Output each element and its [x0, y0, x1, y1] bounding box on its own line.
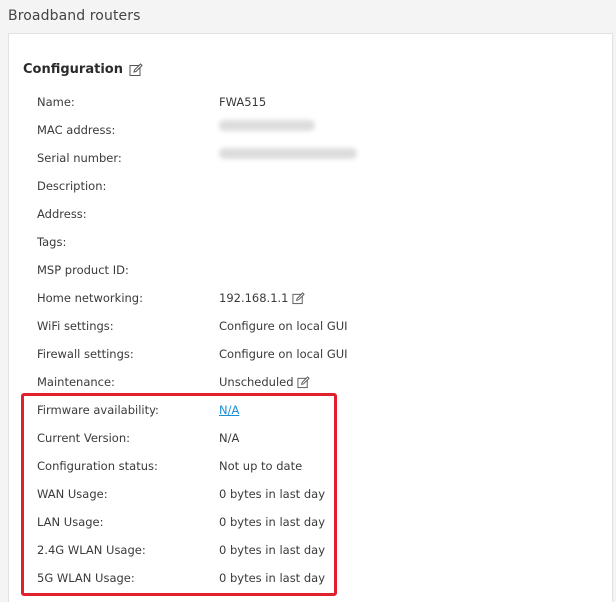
- home-networking-ip: 192.168.1.1: [219, 291, 289, 305]
- name-value: FWA515: [219, 95, 267, 109]
- 24g-wlan-usage-value: 0 bytes in last day: [219, 543, 325, 557]
- row-lan-usage: LAN Usage: 0 bytes in last day: [37, 512, 597, 532]
- msp-product-id-label: MSP product ID:: [37, 263, 129, 277]
- name-label: Name:: [37, 95, 75, 109]
- firewall-settings-label: Firewall settings:: [37, 347, 134, 361]
- wan-usage-value: 0 bytes in last day: [219, 487, 325, 501]
- row-tags: Tags:: [37, 232, 597, 252]
- edit-configuration-icon[interactable]: [129, 62, 143, 77]
- row-configuration-status: Configuration status: Not up to date: [37, 456, 597, 476]
- firmware-availability-label: Firmware availability:: [37, 403, 159, 417]
- maintenance-label: Maintenance:: [37, 375, 115, 389]
- wan-usage-label: WAN Usage:: [37, 487, 108, 501]
- address-label: Address:: [37, 207, 87, 221]
- description-label: Description:: [37, 179, 107, 193]
- row-5g-wlan-usage: 5G WLAN Usage: 0 bytes in last day: [37, 568, 597, 588]
- serial-number-label: Serial number:: [37, 151, 122, 165]
- row-current-version: Current Version: N/A: [37, 428, 597, 448]
- firewall-settings-value: Configure on local GUI: [219, 347, 348, 361]
- 24g-wlan-usage-label: 2.4G WLAN Usage:: [37, 543, 146, 557]
- tags-label: Tags:: [37, 235, 67, 249]
- current-version-label: Current Version:: [37, 431, 131, 445]
- 5g-wlan-usage-label: 5G WLAN Usage:: [37, 571, 135, 585]
- serial-number-redacted: [219, 148, 357, 159]
- edit-home-networking-icon[interactable]: [291, 291, 305, 305]
- row-wan-usage: WAN Usage: 0 bytes in last day: [37, 484, 597, 504]
- row-home-networking: Home networking: 192.168.1.1: [37, 288, 597, 308]
- home-networking-value: 192.168.1.1: [219, 288, 305, 308]
- wifi-settings-value: Configure on local GUI: [219, 319, 348, 333]
- mac-address-redacted: [219, 120, 315, 131]
- maintenance-value: Unscheduled: [219, 372, 310, 392]
- row-name: Name: FWA515: [37, 92, 597, 112]
- mac-address-label: MAC address:: [37, 123, 116, 137]
- maintenance-status: Unscheduled: [219, 375, 294, 389]
- configuration-card: Configuration Name: FWA515 MAC address: …: [8, 33, 613, 602]
- row-firmware-availability: Firmware availability: N/A: [37, 400, 597, 420]
- row-msp-product-id: MSP product ID:: [37, 260, 597, 280]
- section-title: Configuration: [23, 62, 123, 77]
- firmware-availability-value: N/A: [219, 400, 239, 420]
- wifi-settings-label: WiFi settings:: [37, 319, 114, 333]
- firmware-availability-link[interactable]: N/A: [219, 400, 239, 420]
- edit-maintenance-icon[interactable]: [297, 375, 310, 389]
- 5g-wlan-usage-value: 0 bytes in last day: [219, 571, 325, 585]
- row-serial-number: Serial number:: [37, 148, 597, 168]
- configuration-status-value: Not up to date: [219, 459, 303, 473]
- mac-address-value: [219, 120, 315, 131]
- row-24g-wlan-usage: 2.4G WLAN Usage: 0 bytes in last day: [37, 540, 597, 560]
- row-firewall-settings: Firewall settings: Configure on local GU…: [37, 344, 597, 364]
- page-title: Broadband routers: [8, 8, 141, 24]
- serial-number-value: [219, 148, 357, 159]
- row-wifi-settings: WiFi settings: Configure on local GUI: [37, 316, 597, 336]
- row-mac-address: MAC address:: [37, 120, 597, 140]
- current-version-value: N/A: [219, 431, 240, 445]
- lan-usage-value: 0 bytes in last day: [219, 515, 325, 529]
- row-description: Description:: [37, 176, 597, 196]
- lan-usage-label: LAN Usage:: [37, 515, 104, 529]
- home-networking-label: Home networking:: [37, 291, 143, 305]
- row-address: Address:: [37, 204, 597, 224]
- configuration-status-label: Configuration status:: [37, 459, 158, 473]
- row-maintenance: Maintenance: Unscheduled: [37, 372, 597, 392]
- configuration-header: Configuration: [23, 62, 143, 77]
